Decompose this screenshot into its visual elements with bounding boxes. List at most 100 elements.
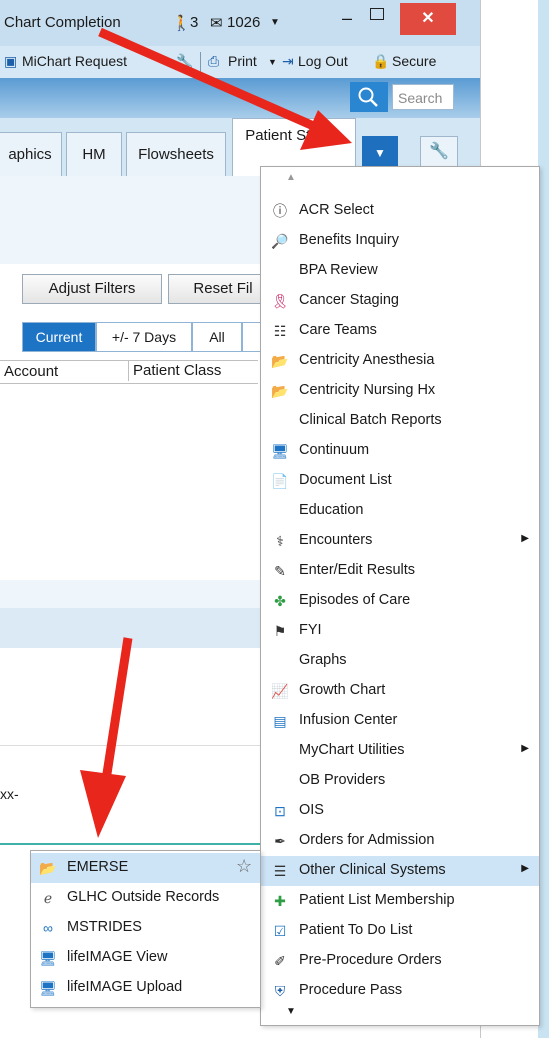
monitor-person-icon: 🖥	[271, 443, 289, 459]
menu-item-label: Education	[299, 502, 364, 518]
menu-item[interactable]: 🎗 Cancer Staging	[261, 286, 539, 316]
menu-item[interactable]: ☑ Patient To Do List	[261, 916, 539, 946]
menu-item[interactable]: ✚ Patient List Membership	[261, 886, 539, 916]
inbasket-count[interactable]: 3	[190, 14, 198, 31]
submenu-item[interactable]: 🖥 lifeIMAGE View	[31, 943, 260, 973]
ois-icon: ⊡	[274, 803, 286, 819]
minimize-button[interactable]: –	[342, 8, 352, 29]
menu-item[interactable]: OB Providers	[261, 766, 539, 796]
link-icon: ∞	[43, 920, 53, 936]
menu-item[interactable]: ✎ Enter/Edit Results	[261, 556, 539, 586]
logout-button[interactable]: Log Out	[298, 53, 348, 69]
menu-item[interactable]: 🖥 Continuum	[261, 436, 539, 466]
secure-button[interactable]: Secure	[392, 53, 436, 69]
wrench-icon[interactable]: 🔧	[420, 136, 458, 170]
menu-item[interactable]: ⚑ FYI	[261, 616, 539, 646]
flag-icon: ⚑	[273, 623, 287, 639]
menu-item[interactable]: Education	[261, 496, 539, 526]
info-icon: ⓘ	[273, 203, 287, 219]
menu-item[interactable]: ✒ Orders for Admission	[261, 826, 539, 856]
menu-item-label: MyChart Utilities	[299, 742, 405, 758]
menu-item[interactable]: 📈 Growth Chart	[261, 676, 539, 706]
menu-item[interactable]: BPA Review	[261, 256, 539, 286]
todo-icon: ☑	[273, 923, 287, 939]
michart-request-button[interactable]: MiChart Request	[22, 53, 127, 69]
range-all[interactable]: All	[192, 322, 242, 352]
print-icon[interactable]: ⎙	[208, 53, 219, 70]
search-input[interactable]: Search	[392, 84, 454, 110]
menu-item[interactable]: ▤ Infusion Center	[261, 706, 539, 736]
menu-item-label: FYI	[299, 622, 322, 638]
menu-item-label: OB Providers	[299, 772, 386, 788]
star-icon[interactable]: ☆	[236, 856, 252, 877]
maximize-button[interactable]	[370, 8, 384, 20]
submenu-item-label: lifeIMAGE Upload	[67, 979, 183, 995]
tab-hm[interactable]: HM	[66, 132, 122, 178]
submenu-item-label: GLHC Outside Records	[67, 889, 220, 905]
glhc-icon: ℯ	[43, 890, 53, 906]
michart-request-icon[interactable]: ▣	[4, 53, 17, 70]
menu-item[interactable]: ⛨ Procedure Pass	[261, 976, 539, 1006]
menu-item-label: Graphs	[299, 652, 347, 668]
menu-item-label: Patient To Do List	[299, 922, 413, 938]
menu-item[interactable]: ✤ Episodes of Care	[261, 586, 539, 616]
adjust-filters-button[interactable]: Adjust Filters	[22, 274, 162, 304]
submenu-item[interactable]: 🖥 lifeIMAGE Upload	[31, 973, 260, 1003]
menu-item-label: Enter/Edit Results	[299, 562, 416, 578]
menu-item[interactable]: 📂 Centricity Anesthesia	[261, 346, 539, 376]
procedure-icon: ✐	[274, 953, 286, 969]
chevron-down-icon[interactable]: ▼	[270, 17, 280, 28]
menu-item-label: Document List	[299, 472, 392, 488]
close-button[interactable]: ✕	[400, 3, 456, 35]
logout-icon[interactable]: ⇥	[282, 53, 294, 70]
range-seven-days[interactable]: +/- 7 Days	[96, 322, 192, 352]
scroll-up-icon[interactable]: ▲	[286, 172, 296, 183]
column-account[interactable]: Account	[4, 363, 58, 380]
menu-item[interactable]: ⚕ Encounters ▶	[261, 526, 539, 556]
menu-item[interactable]: ⓘ ACR Select	[261, 196, 539, 226]
menu-item-label: Benefits Inquiry	[299, 232, 399, 248]
submenu-item[interactable]: ℯ GLHC Outside Records	[31, 883, 260, 913]
inbasket-icon[interactable]: 🚶	[172, 14, 191, 32]
toolbar-divider	[200, 52, 201, 72]
tab-graphics[interactable]: aphics	[0, 132, 62, 178]
menu-item[interactable]: ☷ Care Teams	[261, 316, 539, 346]
document-icon: 📄	[271, 473, 289, 489]
submenu-item[interactable]: 📂 EMERSE	[31, 853, 260, 883]
menu-item[interactable]: MyChart Utilities ▶	[261, 736, 539, 766]
chevron-right-icon: ▶	[521, 743, 529, 754]
tab-flowsheets[interactable]: Flowsheets	[126, 132, 226, 178]
ribbon-icon: 🎗	[271, 293, 289, 309]
menu-item[interactable]: Graphs	[261, 646, 539, 676]
folder-icon: 📂	[271, 353, 289, 369]
mail-count[interactable]: 1026	[227, 14, 260, 31]
monitor-person-icon: 🖥	[39, 950, 57, 966]
menu-item-label: Patient List Membership	[299, 892, 455, 908]
menu-item[interactable]: 📂 Centricity Nursing Hx	[261, 376, 539, 406]
menu-item[interactable]: ☰ Other Clinical Systems ▶	[261, 856, 539, 886]
range-more[interactable]	[242, 322, 262, 352]
scroll-down-icon[interactable]: ▼	[286, 1006, 296, 1017]
wrench-icon[interactable]: 🔧	[176, 53, 193, 70]
menu-item-label: Episodes of Care	[299, 592, 411, 608]
menu-item[interactable]: ⊡ OIS	[261, 796, 539, 826]
menu-item[interactable]: ✐ Pre-Procedure Orders	[261, 946, 539, 976]
tab-dropdown-button[interactable]: ▼	[362, 136, 398, 170]
mail-icon[interactable]: ✉	[210, 14, 223, 32]
menu-item-label: BPA Review	[299, 262, 378, 278]
menu-item[interactable]: 📄 Document List	[261, 466, 539, 496]
menu-item[interactable]: Clinical Batch Reports	[261, 406, 539, 436]
search-icon[interactable]	[350, 82, 388, 112]
menu-item[interactable]: 🔎 Benefits Inquiry	[261, 226, 539, 256]
list-icon: ☰	[273, 863, 287, 879]
submenu-item[interactable]: ∞ MSTRIDES	[31, 913, 260, 943]
lock-icon[interactable]: 🔒	[372, 53, 389, 70]
section-header	[0, 608, 262, 648]
range-current[interactable]: Current	[22, 322, 96, 352]
chevron-down-icon[interactable]: ▼	[268, 57, 277, 67]
print-button[interactable]: Print	[228, 53, 257, 69]
column-patient-class[interactable]: Patient Class	[128, 361, 221, 381]
chevron-right-icon: ▶	[521, 863, 529, 874]
toolbar: ▣ MiChart Request 🔧 ⎙ Print ▼ ⇥ Log Out …	[0, 46, 480, 78]
column-header-row: Account Patient Class	[0, 360, 258, 384]
